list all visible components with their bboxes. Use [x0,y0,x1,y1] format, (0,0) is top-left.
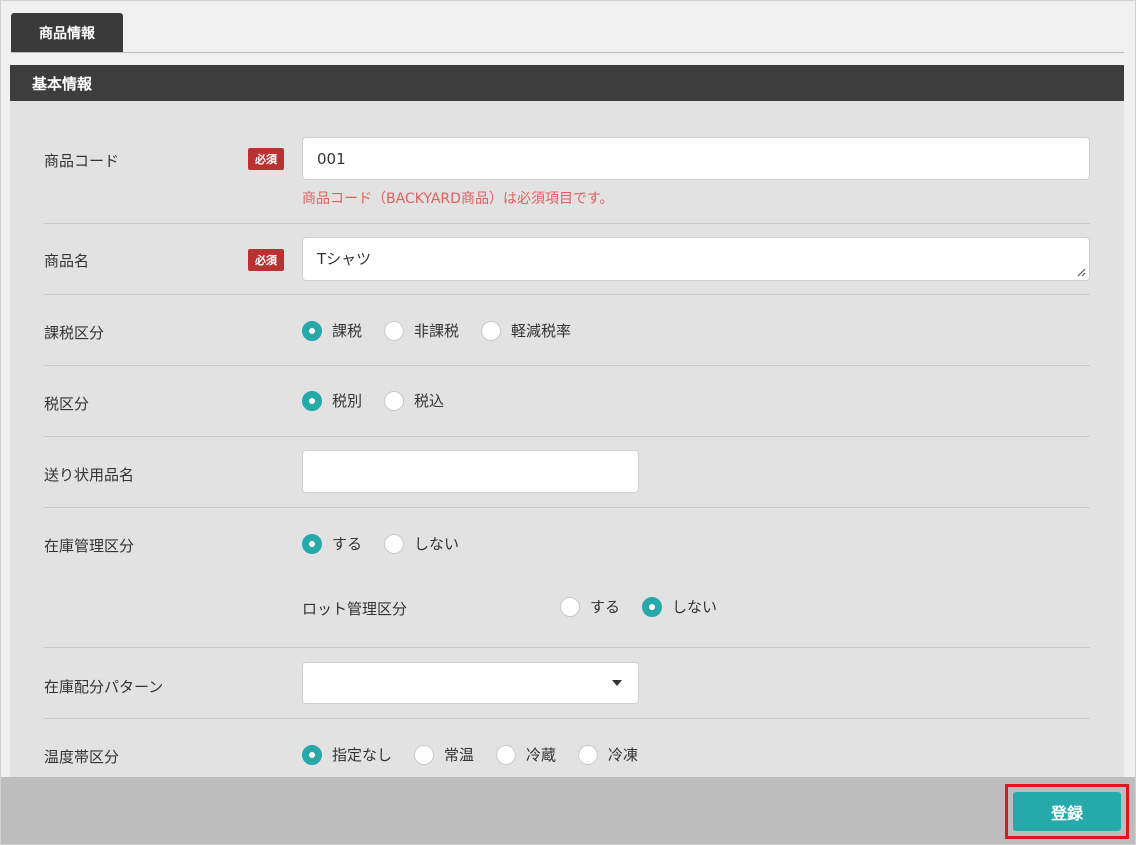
product-code-error: 商品コード（BACKYARD商品）は必須項目です。 [302,191,614,207]
tax-category-label: 課税区分 [44,324,105,342]
radio-icon [384,390,405,411]
divider [44,365,1090,366]
tax-type-option-excluded[interactable]: 税別 [302,390,362,411]
radio-selected-icon [302,320,322,341]
temperature-zone-row: 温度帯区分 指定なし 常温 冷蔵 冷凍 [44,741,1090,771]
radio-icon [384,533,405,554]
divider [44,436,1090,437]
divider [44,294,1090,295]
required-badge: 必須 [248,148,284,170]
tab-divider [11,52,1124,53]
product-code-row: 商品コード 必須 001 商品コード（BACKYARD商品）は必須項目です。 [44,137,1090,227]
divider [44,718,1090,719]
resize-handle-icon[interactable] [1076,267,1086,277]
radio-selected-icon [302,533,322,554]
radio-selected-icon [302,390,322,411]
temperature-zone-option-frozen[interactable]: 冷凍 [578,744,638,765]
radio-icon [481,320,502,341]
temperature-zone-option-chilled[interactable]: 冷蔵 [496,744,556,765]
stock-management-label: 在庫管理区分 [44,537,135,555]
radio-selected-icon [642,596,663,617]
temperature-zone-radio-group: 指定なし 常温 冷蔵 冷凍 [302,744,660,765]
stock-management-option-yes[interactable]: する [302,533,362,554]
tax-category-option-taxable[interactable]: 課税 [302,320,362,341]
temperature-zone-label: 温度帯区分 [44,748,120,766]
stock-allocation-row: 在庫配分パターン [44,662,1090,706]
stock-management-row: 在庫管理区分 する しない ロット管理区分 する しない [44,530,1090,630]
tab-product-info[interactable]: 商品情報 [11,13,123,53]
shipping-name-label: 送り状用品名 [44,466,135,484]
app-frame: 商品情報 基本情報 商品コード 必須 001 商品コード（BACKYARD商品）… [0,0,1136,845]
stock-allocation-select[interactable] [302,662,639,704]
required-badge: 必須 [248,249,284,271]
footer-bar: 登録 [1,777,1135,844]
divider [44,223,1090,224]
stock-management-option-no[interactable]: しない [384,533,459,554]
product-code-label: 商品コード [44,152,120,170]
tax-type-radio-group: 税別 税込 [302,390,466,411]
tax-type-label: 税区分 [44,395,90,413]
tax-category-radio-group: 課税 非課税 軽減税率 [302,320,593,341]
product-name-textarea[interactable]: Tシャツ [302,237,1090,281]
divider [44,507,1090,508]
chevron-down-icon [612,680,622,686]
temperature-zone-option-none[interactable]: 指定なし [302,744,392,765]
shipping-name-row: 送り状用品名 [44,450,1090,494]
radio-icon [578,744,599,765]
stock-allocation-label: 在庫配分パターン [44,678,164,696]
product-name-value: Tシャツ [317,250,372,268]
radio-icon [496,744,517,765]
tab-bar: 商品情報 [1,1,1135,53]
radio-icon [414,744,435,765]
lot-management-option-no[interactable]: しない [642,596,717,617]
tax-category-option-nontaxable[interactable]: 非課税 [384,320,459,341]
stock-management-radio-group: する しない [302,533,481,554]
submit-highlight: 登録 [1005,784,1129,839]
tax-type-option-included[interactable]: 税込 [384,390,444,411]
divider [44,647,1090,648]
tax-category-option-reduced[interactable]: 軽減税率 [481,320,571,341]
radio-icon [384,320,405,341]
register-button[interactable]: 登録 [1013,792,1121,831]
lot-management-option-yes[interactable]: する [560,596,620,617]
form-panel: 商品コード 必須 001 商品コード（BACKYARD商品）は必須項目です。 商… [10,101,1124,777]
tax-category-row: 課税区分 課税 非課税 軽減税率 [44,317,1090,347]
shipping-name-input[interactable] [302,450,639,493]
product-name-row: 商品名 必須 Tシャツ [44,237,1090,283]
radio-selected-icon [302,744,322,765]
section-title: 基本情報 [10,65,1124,101]
temperature-zone-option-ambient[interactable]: 常温 [414,744,474,765]
tax-type-row: 税区分 税別 税込 [44,388,1090,418]
lot-management-label: ロット管理区分 [302,600,408,618]
product-name-label: 商品名 [44,252,90,270]
product-code-input[interactable]: 001 [302,137,1090,180]
lot-management-radio-group: する しない [560,596,739,617]
radio-icon [560,596,580,617]
